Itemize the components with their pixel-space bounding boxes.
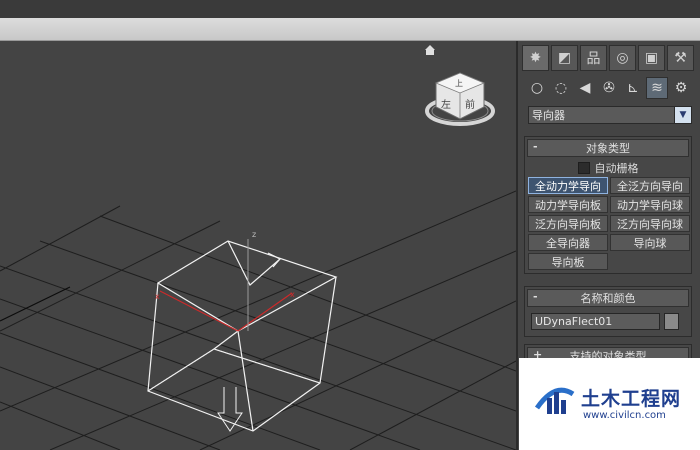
- perspective-viewport[interactable]: x x z 上 前 左: [0, 41, 516, 450]
- watermark-title: 土木工程网: [581, 388, 682, 410]
- viewcube-front-face: 前: [465, 98, 475, 111]
- name-color-header[interactable]: - 名称和颜色: [527, 289, 689, 307]
- shapes-icon[interactable]: ◌: [550, 77, 572, 99]
- object-name-field[interactable]: UDynaFlect01: [531, 313, 660, 330]
- display-icon[interactable]: ▣: [638, 45, 665, 71]
- auto-grid-checkbox[interactable]: [577, 162, 590, 174]
- lights-icon[interactable]: ◀: [574, 77, 596, 99]
- collapse-icon: -: [533, 140, 538, 153]
- name-color-title: 名称和颜色: [580, 292, 636, 305]
- z-axis-label: z: [252, 230, 256, 239]
- home-icon[interactable]: [425, 45, 435, 55]
- object-type-title: 对象类型: [586, 142, 630, 155]
- utilities-icon[interactable]: ⚒: [667, 45, 694, 71]
- svg-text:x: x: [290, 290, 295, 299]
- viewcube[interactable]: 上 前 左: [425, 72, 495, 126]
- name-row: UDynaFlect01: [525, 309, 691, 336]
- auto-grid-label: 自动栅格: [594, 162, 639, 175]
- pomniflect-button[interactable]: 泛方向导向板: [528, 215, 608, 232]
- motion-icon[interactable]: ◎: [609, 45, 636, 71]
- subcategory-dropdown[interactable]: 导向器 ▼: [528, 106, 692, 124]
- site-watermark: 土木工程网 www.civilcn.com: [519, 358, 700, 450]
- helpers-icon[interactable]: ⊾: [622, 77, 644, 99]
- pdynaflect-button[interactable]: 动力学导向板: [528, 196, 608, 213]
- somniflect-button[interactable]: 泛方向导向球: [610, 215, 690, 232]
- ribbon-bar: [0, 18, 700, 41]
- create-categories: ○ ◌ ◀ ✇ ⊾ ≋ ⚙: [526, 77, 698, 101]
- auto-grid-row: 自动栅格: [525, 159, 691, 177]
- sdeflector-button[interactable]: 导向球: [610, 234, 690, 251]
- udeflector-button[interactable]: 全导向器: [528, 234, 608, 251]
- collapse-icon: -: [533, 290, 538, 303]
- title-bar: [0, 0, 700, 18]
- deflector-button[interactable]: 导向板: [528, 253, 608, 270]
- svg-text:x: x: [155, 292, 160, 301]
- object-color-swatch[interactable]: [664, 313, 679, 330]
- hierarchy-icon[interactable]: 品: [580, 45, 607, 71]
- systems-icon[interactable]: ⚙: [670, 77, 692, 99]
- udynaflect-button[interactable]: 全动力学导向: [528, 177, 608, 194]
- object-type-rollout: - 对象类型 自动栅格 全动力学导向 全泛方向导向 动力学导向板 动力学导向球 …: [524, 136, 692, 274]
- viewcube-top-face: 上: [455, 79, 463, 88]
- space-warps-icon[interactable]: ≋: [646, 77, 668, 99]
- create-icon[interactable]: ✸: [522, 45, 549, 71]
- world-axis-line: [0, 286, 71, 322]
- viewcube-left-face: 左: [441, 98, 451, 111]
- subcategory-value: 导向器: [532, 109, 565, 122]
- viewport-scene: x x z 上 前 左: [0, 45, 516, 450]
- civilcn-logo-icon: [534, 387, 575, 414]
- uomniflect-button[interactable]: 全泛方向导向: [610, 177, 690, 194]
- geometry-icon[interactable]: ○: [526, 77, 548, 99]
- chevron-down-icon[interactable]: ▼: [674, 107, 691, 123]
- cameras-icon[interactable]: ✇: [598, 77, 620, 99]
- object-type-header[interactable]: - 对象类型: [527, 139, 689, 157]
- command-panel-tabs: ✸ ◩ 品 ◎ ▣ ⚒: [522, 45, 698, 71]
- sdynaflect-button[interactable]: 动力学导向球: [610, 196, 690, 213]
- name-color-rollout: - 名称和颜色 UDynaFlect01: [524, 286, 692, 337]
- object-type-buttons: 全动力学导向 全泛方向导向 动力学导向板 动力学导向球 泛方向导向板 泛方向导向…: [525, 177, 691, 273]
- modify-icon[interactable]: ◩: [551, 45, 578, 71]
- watermark-url: www.civilcn.com: [583, 410, 666, 421]
